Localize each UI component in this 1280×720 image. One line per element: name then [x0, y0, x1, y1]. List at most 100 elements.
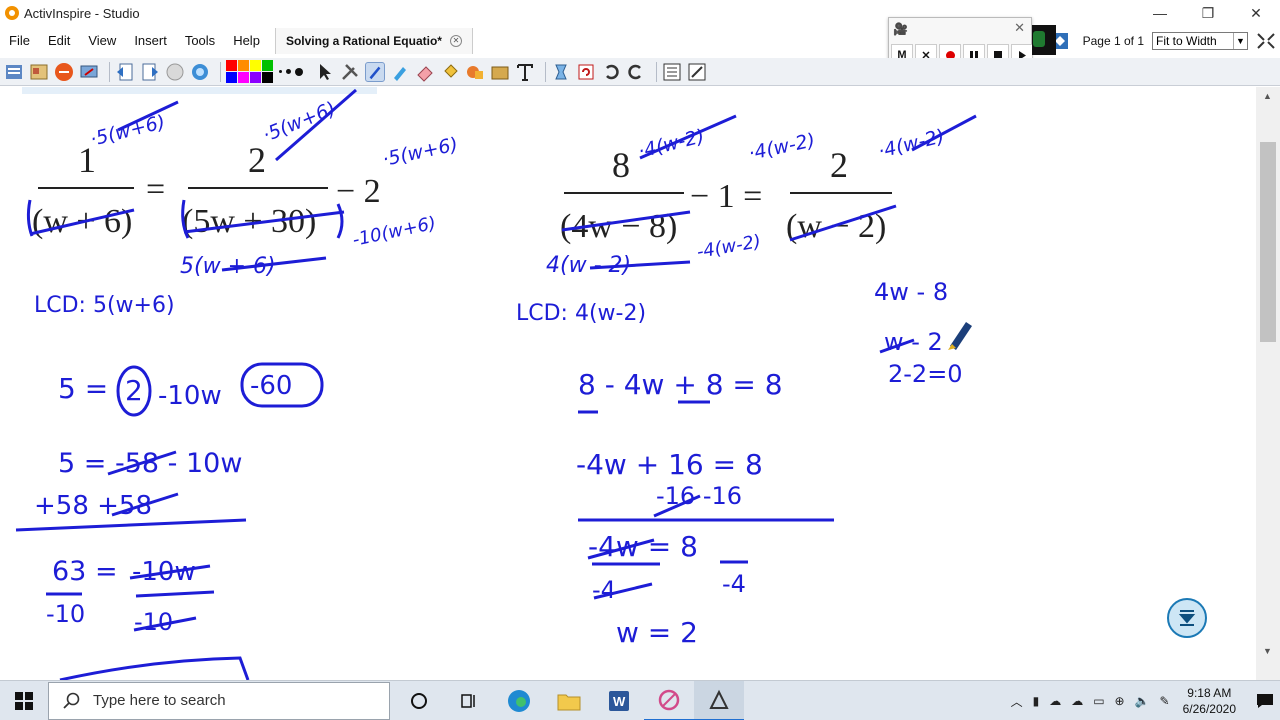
- zoom-value: Fit to Width: [1156, 34, 1217, 48]
- menu-help[interactable]: Help: [224, 26, 269, 56]
- color-palette: [226, 60, 273, 83]
- pen-width-small[interactable]: [279, 70, 282, 73]
- document-tab-label: Solving a Rational Equatio*: [285, 34, 442, 48]
- shape-icon[interactable]: [465, 62, 485, 82]
- tools-icon[interactable]: [340, 62, 360, 82]
- menu-file[interactable]: File: [0, 26, 39, 56]
- taskbar-search[interactable]: Type here to search: [48, 681, 390, 720]
- board-drawing: 1 (w + 6) = 2 (5w + 30) − 2 8 (4w − 8) −…: [15, 87, 977, 680]
- activinspire-logo-icon: [5, 6, 19, 20]
- right-num1: 8: [612, 145, 630, 185]
- fill-icon[interactable]: [440, 62, 460, 82]
- onedrive-icon[interactable]: ☁: [1049, 694, 1061, 708]
- clock[interactable]: 9:18 AM 6/26/2020: [1183, 685, 1236, 717]
- minimize-button[interactable]: —: [1136, 0, 1184, 26]
- revert-page-icon[interactable]: [165, 62, 185, 82]
- customize-icon[interactable]: [687, 62, 707, 82]
- pen-icon[interactable]: [365, 61, 385, 82]
- color-swatch[interactable]: [262, 72, 273, 83]
- color-swatch[interactable]: [226, 72, 237, 83]
- battery-icon[interactable]: ▭: [1093, 694, 1104, 708]
- resources-icon[interactable]: [490, 62, 510, 82]
- network-icon[interactable]: ⊕: [1115, 694, 1125, 708]
- studio-taskbar-button[interactable]: [694, 680, 744, 720]
- pen-width-large[interactable]: [295, 67, 303, 76]
- restore-button[interactable]: ❐: [1184, 0, 1232, 26]
- right-answer: w = 2: [616, 616, 698, 649]
- word-app-button[interactable]: W: [594, 681, 644, 720]
- select-cursor-icon[interactable]: [315, 62, 335, 82]
- notification-button[interactable]: [1250, 681, 1280, 720]
- menu-edit[interactable]: Edit: [39, 26, 79, 56]
- zoom-select[interactable]: Fit to Width ▼: [1152, 32, 1248, 50]
- menu-insert[interactable]: Insert: [125, 26, 176, 56]
- scroll-up-icon[interactable]: ▲: [1263, 91, 1272, 101]
- reset-page-icon[interactable]: [576, 62, 596, 82]
- text-tool-icon[interactable]: [515, 62, 535, 82]
- vertical-scrollbar[interactable]: ▲ ▼: [1256, 87, 1280, 680]
- highlighter-icon[interactable]: [390, 62, 410, 82]
- previous-page-icon[interactable]: [115, 62, 135, 82]
- task-view-icon: [461, 693, 475, 708]
- pen-workspace-icon[interactable]: ✎: [1160, 694, 1170, 708]
- left-step5-right: -10: [134, 608, 173, 636]
- undo-icon[interactable]: [601, 62, 621, 82]
- left-minus-two: − 2: [336, 173, 381, 210]
- camera-icon: 🎥: [893, 22, 908, 36]
- scroll-thumb[interactable]: [1260, 142, 1276, 342]
- chevron-down-icon: ▼: [1233, 33, 1247, 49]
- expand-icon[interactable]: [1256, 32, 1276, 50]
- left-step1d: -60: [250, 371, 292, 401]
- page-zoom-icon[interactable]: [190, 62, 210, 82]
- color-swatch[interactable]: [238, 60, 249, 71]
- menu-tools[interactable]: Tools: [176, 26, 224, 56]
- reset-icon[interactable]: [54, 62, 74, 82]
- search-placeholder: Type here to search: [93, 692, 226, 709]
- usb-icon[interactable]: ▮: [1033, 694, 1040, 708]
- color-swatch[interactable]: [250, 60, 261, 71]
- tab-close-icon[interactable]: ✕: [449, 35, 462, 47]
- edge-app-button[interactable]: [494, 681, 544, 720]
- left-equation: 1 (w + 6) = 2 (5w + 30) − 2: [32, 140, 381, 240]
- close-button[interactable]: ✕: [1232, 0, 1280, 26]
- menu-view[interactable]: View: [79, 26, 125, 56]
- left-step1c: -10w: [158, 381, 222, 411]
- pen-width-medium[interactable]: [286, 69, 291, 74]
- main-menu-icon[interactable]: [4, 62, 24, 82]
- recorder-close-icon[interactable]: ✕: [1014, 20, 1025, 36]
- volume-icon[interactable]: 🔈: [1135, 694, 1150, 708]
- clock-date: 6/26/2020: [1182, 702, 1236, 716]
- scroll-down-icon[interactable]: ▼: [1263, 646, 1272, 656]
- collapse-down-icon: [1178, 610, 1196, 626]
- eraser-icon[interactable]: [415, 62, 435, 82]
- desktop-annotate-icon[interactable]: [79, 62, 99, 82]
- folder-icon: [557, 694, 581, 710]
- next-page-icon[interactable]: [140, 62, 160, 82]
- right-step5-left: -4: [592, 576, 616, 604]
- right-step5-right: -4: [722, 570, 746, 598]
- color-swatch[interactable]: [238, 72, 249, 83]
- left-ann-num1: ·5(w+6): [88, 111, 168, 151]
- chevron-up-icon[interactable]: ︿: [1011, 693, 1023, 710]
- redo-icon[interactable]: [626, 62, 646, 82]
- color-swatch[interactable]: [250, 72, 261, 83]
- color-swatch[interactable]: [226, 60, 237, 71]
- toolbox-toggle-button[interactable]: [1167, 598, 1207, 638]
- windows-logo-icon: [15, 691, 33, 710]
- activinspire-taskbar-button[interactable]: [644, 681, 694, 720]
- pen-cursor-icon: [948, 322, 972, 350]
- cloud-icon[interactable]: ☁: [1071, 694, 1083, 708]
- start-button[interactable]: [0, 681, 48, 720]
- task-view-button[interactable]: [394, 681, 444, 720]
- fraction-line: [135, 590, 215, 598]
- clear-icon[interactable]: [551, 62, 571, 82]
- task-view-button[interactable]: [444, 681, 494, 720]
- document-tab[interactable]: Solving a Rational Equatio* ✕: [274, 28, 473, 54]
- color-swatch[interactable]: [262, 60, 273, 71]
- flipchart-canvas[interactable]: 1 (w + 6) = 2 (5w + 30) − 2 8 (4w − 8) −…: [0, 87, 1256, 680]
- file-explorer-button[interactable]: [544, 681, 594, 720]
- right-step1: 8 - 4w + 8 = 8: [578, 368, 783, 401]
- toolbar-menu-icon[interactable]: [662, 62, 682, 82]
- browsers-icon[interactable]: [29, 62, 49, 82]
- activinspire-window: ActivInspire - Studio — ❐ ✕ File Edit Vi…: [0, 0, 1280, 720]
